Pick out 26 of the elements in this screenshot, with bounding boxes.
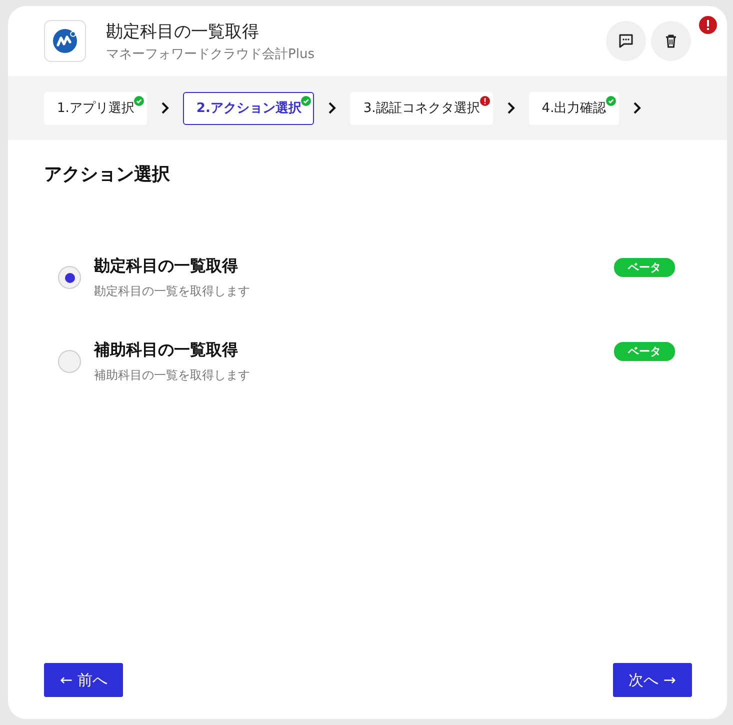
next-button[interactable]: 次へ →	[612, 663, 692, 697]
back-button[interactable]: ← 前へ	[44, 663, 124, 697]
beta-badge: ベータ	[614, 342, 675, 361]
beta-badge: ベータ	[614, 258, 675, 277]
chevron-right-icon	[327, 101, 338, 115]
step-tab[interactable]: 3.認証コネクタ選択	[350, 92, 493, 124]
comment-icon	[617, 32, 635, 50]
step-tab[interactable]: 1.アプリ選択	[44, 92, 148, 124]
section-title: アクション選択	[44, 163, 171, 186]
step-tab[interactable]: 2.アクション選択	[183, 92, 314, 124]
comment-button[interactable]	[606, 21, 646, 61]
chevron-right-icon	[506, 101, 516, 115]
trash-icon	[663, 33, 679, 49]
app-subtitle: マネーフォワードクラウド会計Plus	[106, 46, 316, 62]
action-title: 勘定科目の一覧取得	[94, 256, 239, 277]
chevron-right-icon	[632, 101, 642, 115]
action-description: 勘定科目の一覧を取得します	[94, 283, 251, 300]
app-logo-icon	[44, 20, 86, 62]
action-title: 補助科目の一覧取得	[94, 340, 239, 361]
radio-button[interactable]	[58, 266, 81, 289]
action-description: 補助科目の一覧を取得します	[94, 367, 251, 384]
app-title: 勘定科目の一覧取得	[106, 20, 260, 42]
step-tab[interactable]: 4.出力確認	[528, 92, 620, 124]
delete-button[interactable]	[651, 21, 691, 61]
radio-button[interactable]	[58, 350, 81, 373]
chevron-right-icon	[160, 101, 170, 115]
